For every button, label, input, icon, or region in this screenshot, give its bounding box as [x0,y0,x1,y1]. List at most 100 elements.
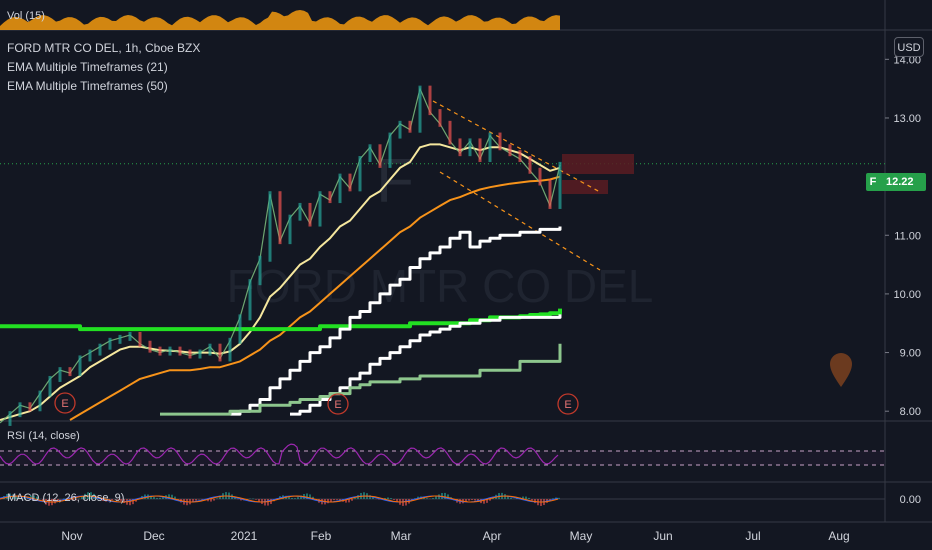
candle [388,132,392,168]
candle [368,144,372,163]
candle [228,337,232,362]
macd-histogram-bar [387,497,389,499]
macd-histogram-bar [291,497,293,499]
macd-histogram-bar [426,498,428,499]
candle [508,144,512,157]
macd-histogram-bar [216,498,218,499]
x-tick-label: Mar [391,529,412,543]
ema-21-label[interactable]: EMA Multiple Timeframes (21) [7,60,168,74]
x-tick-label: Feb [311,529,332,543]
rsi-label[interactable]: RSI (14, close) [7,430,80,442]
candle [548,179,552,209]
earnings-marker-label: E [564,399,571,411]
macd-histogram-bar [471,499,473,501]
macd-histogram-bar [474,499,476,501]
macd-histogram-bar [525,496,527,499]
macd-label[interactable]: MACD (12, 26, close, 9) [7,492,124,504]
candle [278,191,282,245]
candle [328,191,332,204]
candle [78,355,82,377]
candle [268,191,272,262]
earnings-marker-label: E [334,399,341,411]
candle [178,346,182,356]
macd-histogram-bar [393,499,395,500]
candle [218,343,222,362]
candle [358,156,362,192]
macd-histogram-bar [153,497,155,499]
candle [518,150,522,163]
candle [478,138,482,163]
target-zone-box-2 [562,180,608,194]
candle [338,173,342,204]
candle [468,138,472,157]
candle [128,331,132,341]
candle [528,156,532,174]
candle [208,343,212,356]
last-price-symbol: F [869,176,877,188]
candle [18,402,22,418]
macd-histogram-bar [354,498,356,499]
ema-50-label[interactable]: EMA Multiple Timeframes (50) [7,79,168,93]
macd-histogram-bar [159,497,161,499]
macd-histogram-bar [390,498,392,499]
candle [168,346,172,356]
macd-histogram-bar [210,499,212,502]
x-tick-label: Dec [143,529,164,543]
candle [148,340,152,353]
macd-histogram-bar [327,499,329,504]
watermark-name: FORD MTR CO DEL [227,260,654,312]
target-zone-box [562,154,634,174]
candle [398,120,402,139]
macd-histogram-bar [267,499,269,506]
macd-histogram-bar [297,497,299,499]
candle [558,161,562,209]
candle [108,337,112,350]
y-tick-label: 10.00 [893,289,921,301]
candle [378,144,382,168]
candle [348,173,352,192]
candle [438,109,442,127]
candle [188,349,192,359]
macd-histogram-bar [528,497,530,499]
earnings-marker-label: E [61,398,68,410]
x-tick-label: 2021 [231,529,258,543]
candle [458,138,462,157]
macd-histogram-bar [294,498,296,499]
candle [448,120,452,145]
y-tick-label: 9.00 [900,348,921,360]
macd-histogram-bar [468,499,470,501]
macd-histogram-bar [333,499,335,501]
macd-histogram-bar [435,496,437,499]
macd-histogram-bar [558,497,560,499]
candle [288,214,292,245]
y-tick-label: 8.00 [900,406,921,418]
y-tick-label: 11.00 [894,230,921,242]
candle [258,255,262,286]
macd-histogram-bar [531,499,533,501]
candle [538,167,542,186]
candle [48,375,52,397]
x-tick-label: Jul [745,529,760,543]
last-price-tag: F 12.22 [866,173,926,191]
candle [238,314,242,344]
watermark-ticker: F [376,147,414,216]
volume-label: Vol (15) [7,10,45,22]
y-tick-label: 13.00 [893,113,921,125]
macd-histogram-bar [213,499,215,501]
x-tick-label: Aug [828,529,849,543]
macd-histogram-bar [330,499,332,502]
candle [408,120,412,133]
candle [198,349,202,359]
candle [138,331,142,347]
candle [308,202,312,227]
macd-histogram-bar [156,497,158,499]
candle [158,346,162,356]
candle [418,85,422,133]
currency-button[interactable]: USD [894,37,924,57]
candle [58,367,62,382]
symbol-title[interactable]: FORD MTR CO DEL, 1h, Cboe BZX [7,41,200,55]
x-tick-label: Nov [61,529,82,543]
macd-tick-label: 0.00 [900,494,921,506]
candle [488,132,492,163]
macd-histogram-bar [195,499,197,501]
